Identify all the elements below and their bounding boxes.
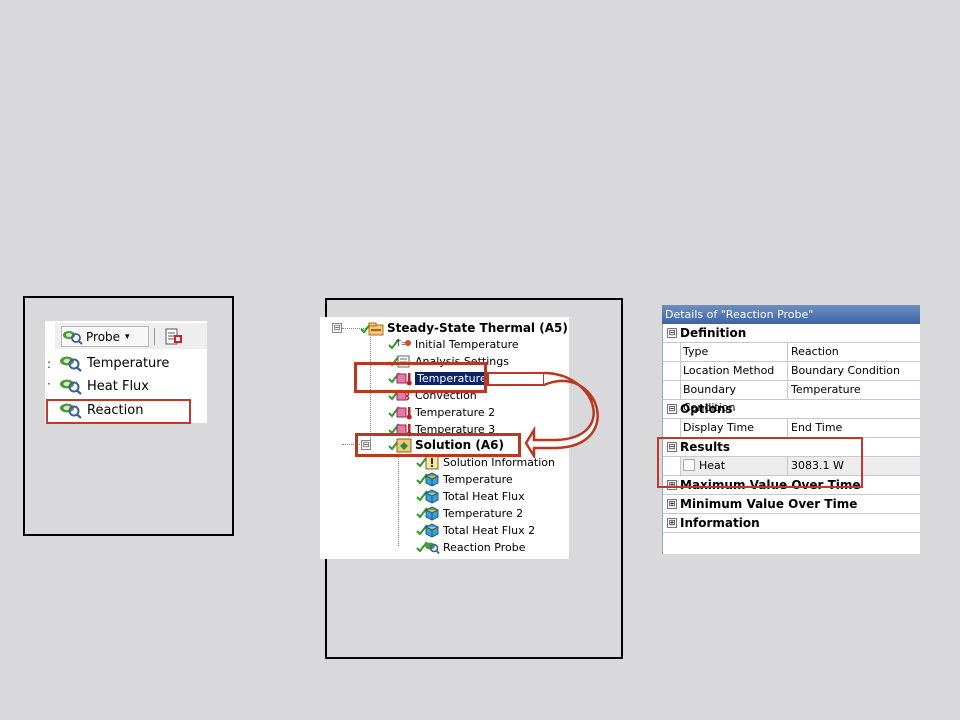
collapse-toggle[interactable]: ⊟ [332, 323, 342, 333]
group-label: Information [680, 516, 760, 530]
initial-temp-icon: T= [396, 339, 411, 348]
tree-node-result-temperature-2[interactable]: Temperature 2 [416, 505, 523, 521]
expand-toggle[interactable]: ⊞ [667, 499, 677, 509]
property-value[interactable]: End Time [788, 419, 920, 437]
tree-node-label: Temperature 2 [443, 506, 524, 520]
property-row[interactable]: Display Time End Time [663, 419, 920, 438]
reaction-highlight-box [46, 399, 191, 424]
probe-icon [425, 542, 440, 554]
collapse-toggle[interactable]: ⊟ [667, 328, 677, 338]
truncated-menu-glyph: : [47, 357, 52, 371]
tree-connector [398, 454, 399, 546]
group-minimum-value-over-time[interactable]: ⊞ Minimum Value Over Time [663, 495, 920, 514]
tree-node-total-heat-flux[interactable]: Total Heat Flux [416, 488, 525, 504]
result-icon [425, 505, 439, 521]
thermal-folder-icon [368, 322, 384, 335]
group-label: Minimum Value Over Time [680, 497, 858, 511]
curved-arrow-icon [487, 371, 599, 458]
menu-item-label: Heat Flux [87, 378, 149, 394]
property-value[interactable]: Boundary Condition [788, 362, 920, 380]
temperature-bc-icon [396, 406, 412, 419]
probe-button[interactable]: Probe ▾ [61, 326, 149, 347]
details-panel: Details of "Reaction Probe" ⊟ Definition… [662, 305, 920, 554]
collapse-toggle[interactable]: ⊟ [667, 404, 677, 414]
group-information[interactable]: ⊞ Information [663, 514, 920, 533]
property-row[interactable]: Type Reaction [663, 343, 920, 362]
group-label: Options [680, 402, 733, 416]
property-row[interactable]: Boundary Condition Temperature [663, 381, 920, 414]
property-key: Boundary Condition [680, 381, 788, 414]
tree-node-label: Temperature 2 [415, 405, 496, 419]
group-options[interactable]: ⊟ Options [663, 400, 920, 419]
probe-icon [63, 330, 83, 345]
tree-node-temperature-2-bc[interactable]: Temperature 2 [388, 404, 495, 420]
tree-node-label: Steady-State Thermal (A5) [387, 321, 568, 335]
tree-node-result-temperature[interactable]: Temperature [416, 471, 513, 487]
toolbar: Probe ▾ [55, 323, 207, 349]
result-icon [425, 522, 439, 538]
expand-toggle[interactable]: ⊞ [667, 518, 677, 528]
result-icon [425, 471, 439, 487]
property-key: Display Time [680, 419, 788, 437]
tree-node-reaction-probe[interactable]: Reaction Probe [416, 539, 525, 555]
chevron-down-icon: ▾ [125, 331, 130, 342]
temperature-highlight-box [354, 362, 487, 393]
details-title: Details of "Reaction Probe" [662, 305, 920, 324]
property-key: Type [680, 343, 788, 361]
property-value[interactable]: Reaction [788, 343, 920, 361]
menu-item-heat-flux[interactable]: Heat Flux [59, 376, 149, 396]
property-key: Location Method [680, 362, 788, 380]
menu-item-label: Temperature [87, 355, 170, 371]
toolbar-separator [154, 328, 155, 345]
truncated-menu-glyph: · [47, 377, 51, 391]
probe-icon [60, 379, 82, 395]
group-definition[interactable]: ⊟ Definition [663, 324, 920, 343]
group-label: Definition [680, 326, 747, 340]
probe-icon [60, 356, 82, 372]
property-value[interactable]: Temperature [788, 381, 920, 399]
probe-button-label: Probe [86, 329, 121, 344]
property-row[interactable]: Location Method Boundary Condition [663, 362, 920, 381]
report-icon[interactable] [165, 328, 183, 345]
tree-node-label: Reaction Probe [443, 540, 526, 554]
results-highlight-box [657, 437, 863, 488]
tree-node-label: Total Heat Flux [443, 489, 525, 503]
tree-node-label: Temperature [443, 472, 513, 486]
tree-node-initial-temperature[interactable]: T= Initial Temperature [388, 336, 519, 352]
result-icon [425, 488, 439, 504]
tree-node-label: Initial Temperature [415, 337, 519, 351]
tree-node-label: Total Heat Flux 2 [443, 523, 536, 537]
tree-node-total-heat-flux-2[interactable]: Total Heat Flux 2 [416, 522, 535, 538]
menu-item-temperature[interactable]: Temperature [59, 353, 169, 373]
tree-node-steady-state-thermal[interactable]: Steady-State Thermal (A5) [360, 320, 568, 336]
